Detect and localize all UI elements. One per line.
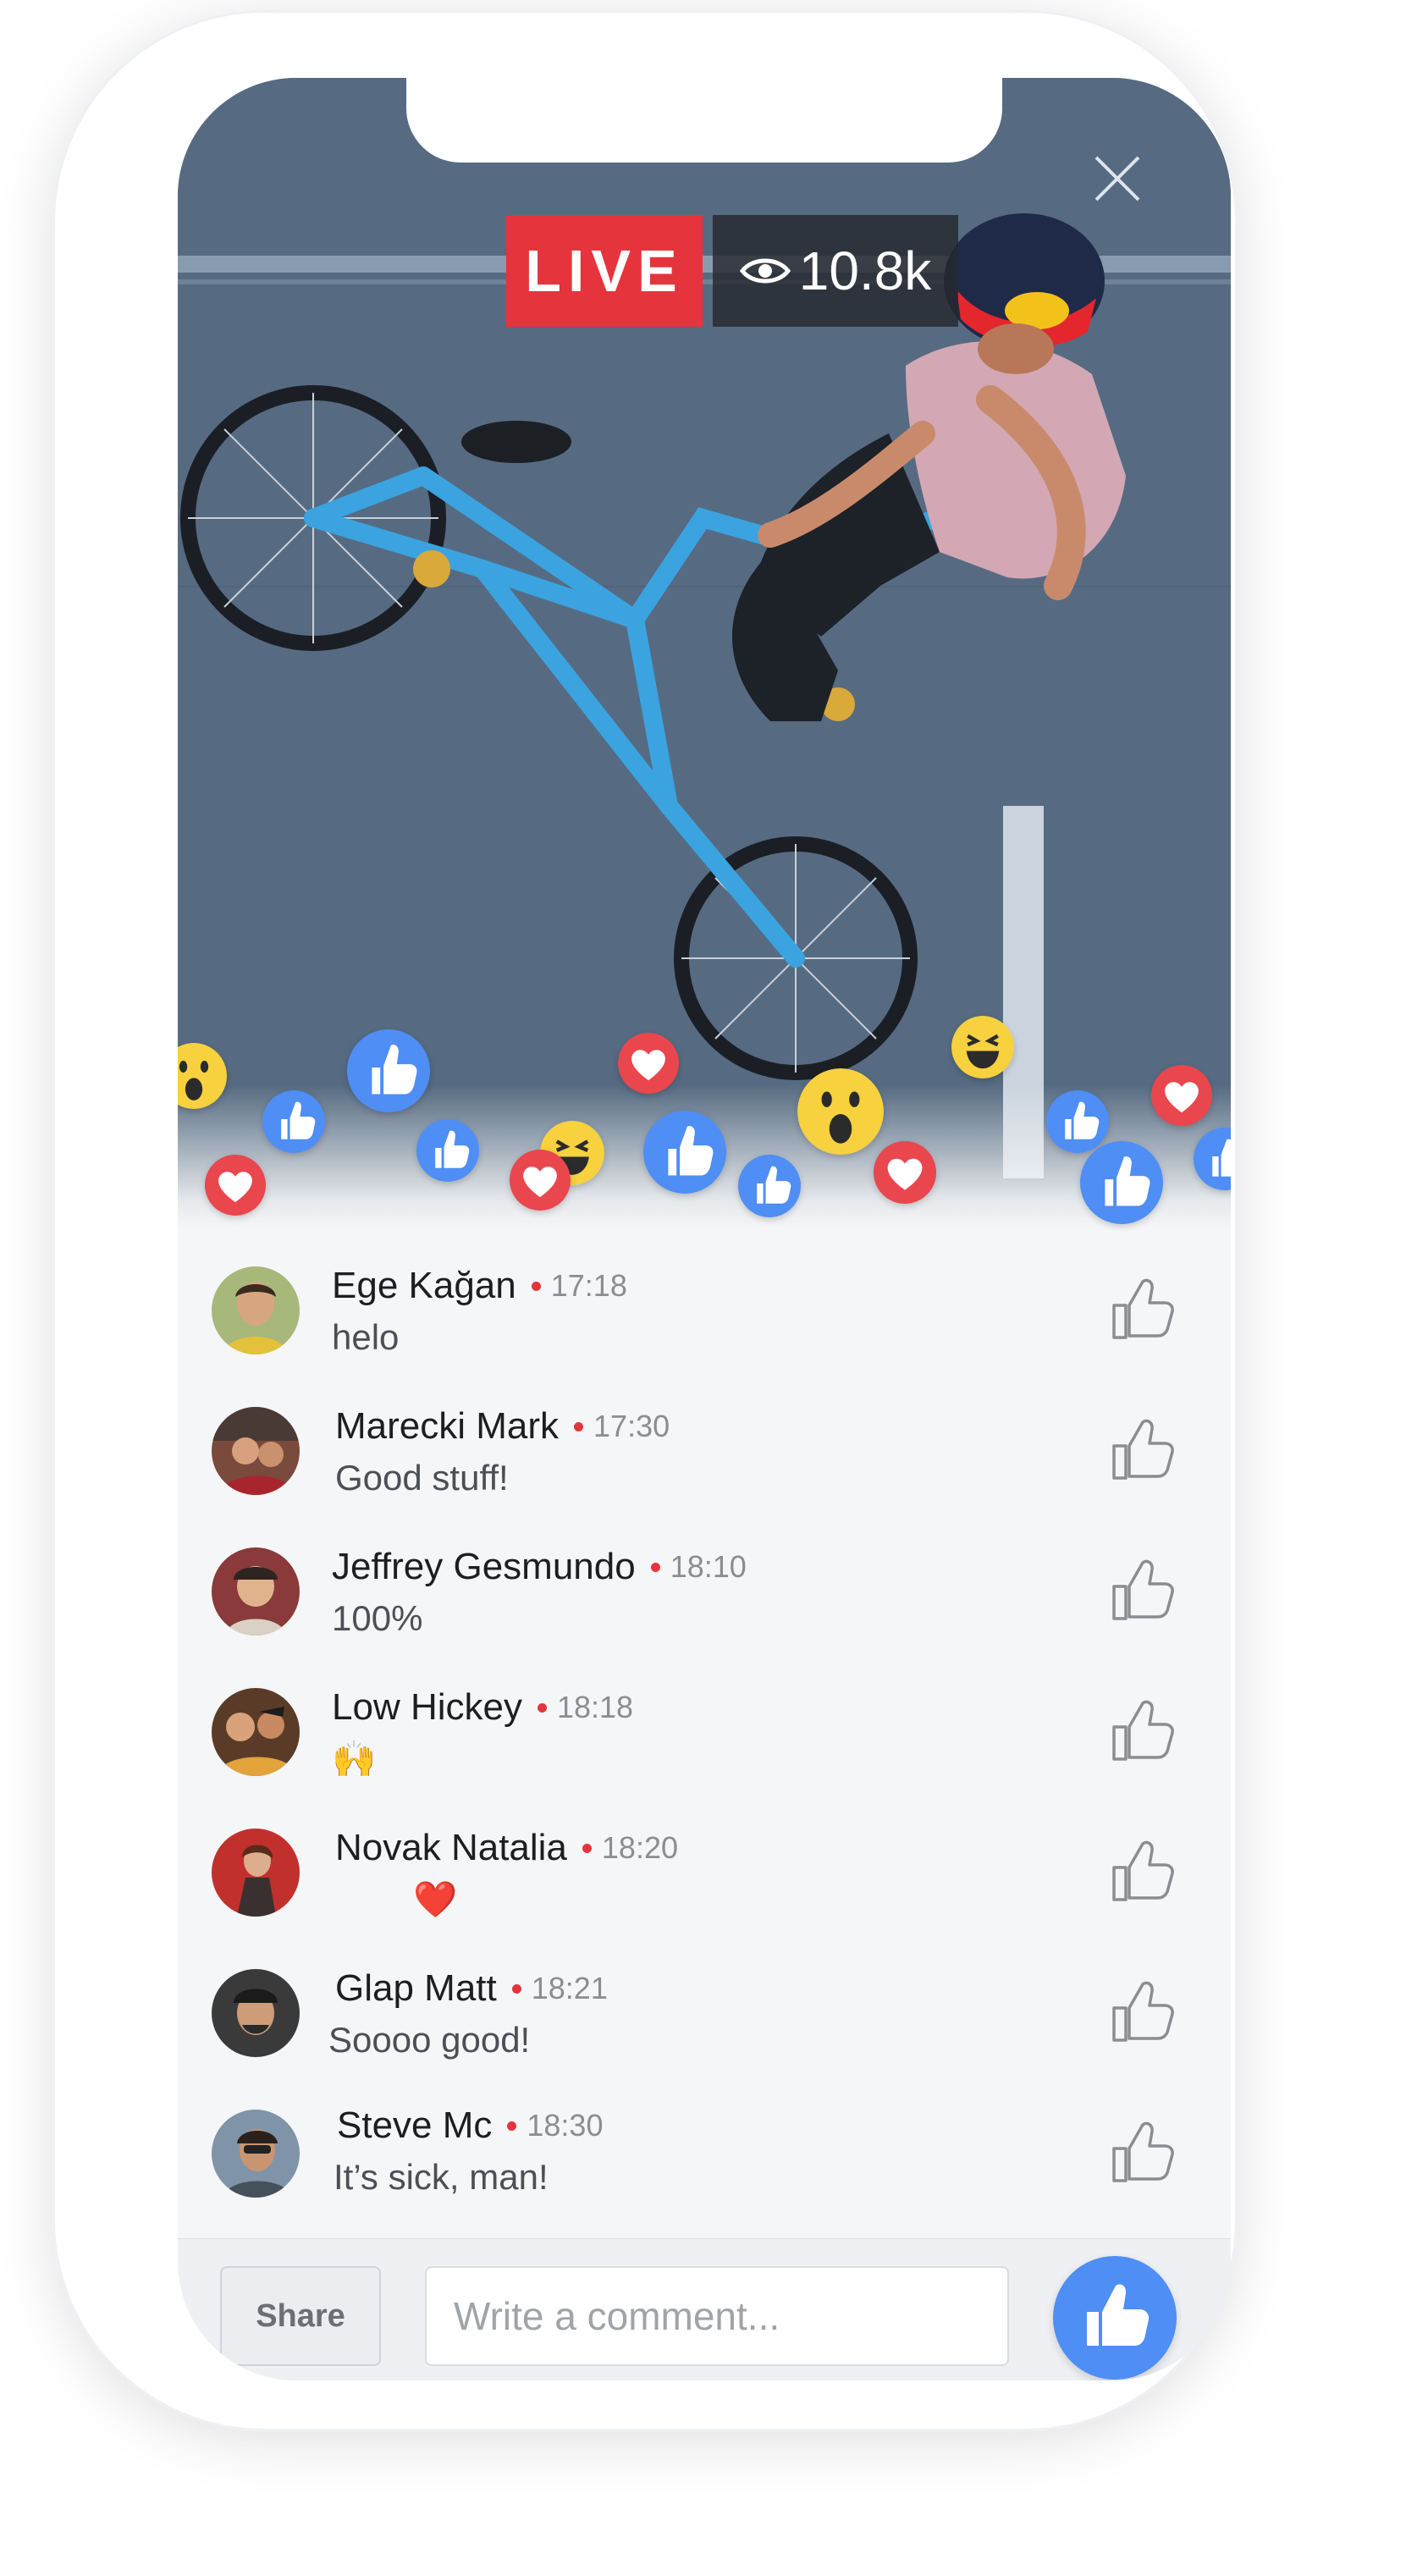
separator-dot	[574, 1421, 584, 1431]
comment-header: Marecki Mark 17:30	[335, 1405, 670, 1448]
comment-text: 🙌	[332, 1739, 377, 1779]
separator-dot	[531, 1281, 541, 1291]
video-bottom-fade	[178, 1085, 1231, 1229]
video-scene-bmx-rider	[178, 78, 1231, 1229]
thumbs-up-outline-icon	[1112, 1981, 1174, 2042]
commenter-name[interactable]: Steve Mc	[337, 2104, 492, 2147]
separator-dot	[650, 1562, 660, 1572]
thumbs-up-outline-icon	[1112, 1840, 1174, 1901]
thumbs-up-outline-icon	[1112, 1278, 1174, 1339]
like-button[interactable]	[1053, 2256, 1177, 2380]
close-button[interactable]	[1088, 149, 1147, 208]
phone-frame: LIVE 10.8k Ege Kağan 17:18 helo Marecki …	[52, 10, 1238, 2431]
commenter-name[interactable]: Jeffrey Gesmundo	[332, 1546, 636, 1588]
eye-icon	[739, 258, 791, 284]
separator-dot	[511, 1983, 521, 1994]
comment-time: 17:18	[550, 1268, 627, 1303]
phone-screen: LIVE 10.8k Ege Kağan 17:18 helo Marecki …	[178, 78, 1231, 2380]
avatar[interactable]	[212, 1969, 300, 2057]
comment-time: 18:30	[527, 2108, 604, 2143]
comment-like-button[interactable]	[1109, 1695, 1178, 1764]
comment-like-button[interactable]	[1109, 1414, 1178, 1483]
separator-dot	[537, 1702, 547, 1713]
comment-like-button[interactable]	[1109, 1835, 1178, 1905]
phone-notch	[406, 78, 1002, 163]
commenter-name[interactable]: Novak Natalia	[335, 1827, 567, 1869]
comment-composer: Share	[178, 2238, 1231, 2380]
comment-like-button[interactable]	[1109, 1976, 1178, 2045]
avatar[interactable]	[212, 2110, 300, 2198]
avatar[interactable]	[212, 1829, 300, 1917]
comment-header: Jeffrey Gesmundo 18:10	[332, 1546, 747, 1588]
comment-text: ❤️	[413, 1879, 458, 1919]
comment-time: 17:30	[593, 1409, 670, 1443]
comment-input[interactable]	[425, 2266, 1009, 2366]
comment-time: 18:18	[556, 1690, 634, 1724]
comment-item: Glap Matt 18:21 Soooo good!	[178, 1932, 1231, 2072]
comment-header: Steve Mc 18:30	[337, 2104, 603, 2147]
comment-item: Ege Kağan 17:18 helo	[178, 1229, 1231, 1370]
avatar[interactable]	[212, 1266, 300, 1354]
avatar[interactable]	[212, 1407, 300, 1495]
commenter-name[interactable]: Marecki Mark	[335, 1405, 559, 1448]
commenter-name[interactable]: Low Hickey	[332, 1686, 522, 1729]
comments-list[interactable]: Ege Kağan 17:18 helo Marecki Mark 17:30	[178, 1229, 1231, 2237]
comment-item: Low Hickey 18:18 🙌	[178, 1651, 1231, 1791]
comment-text: helo	[332, 1317, 400, 1357]
live-badge: LIVE	[506, 215, 703, 327]
comment-text: It’s sick, man!	[334, 2157, 549, 2197]
avatar[interactable]	[212, 1688, 300, 1776]
comment-time: 18:10	[670, 1549, 747, 1584]
live-video[interactable]	[178, 78, 1231, 1229]
avatar[interactable]	[212, 1547, 300, 1636]
viewer-count: 10.8k	[798, 240, 932, 301]
comment-header: Low Hickey 18:18	[332, 1686, 633, 1729]
comment-text: 100%	[332, 1598, 423, 1638]
thumbs-up-outline-icon	[1112, 2121, 1174, 2182]
comment-header: Glap Matt 18:21	[335, 1967, 608, 2010]
thumbs-up-outline-icon	[1112, 1700, 1174, 1761]
comment-item: Jeffrey Gesmundo 18:10 100%	[178, 1510, 1231, 1651]
comment-item: Novak Natalia 18:20 ❤️	[178, 1791, 1231, 1932]
comment-like-button[interactable]	[1109, 1554, 1178, 1624]
thumbs-up-outline-icon	[1112, 1559, 1174, 1620]
comment-like-button[interactable]	[1109, 1273, 1178, 1343]
comment-time: 18:20	[601, 1830, 678, 1865]
comment-text: Good stuff!	[335, 1458, 509, 1498]
comment-item: Steve Mc 18:30 It’s sick, man!	[178, 2072, 1231, 2213]
thumbs-up-icon	[1087, 2284, 1150, 2346]
close-icon	[1094, 156, 1140, 201]
comment-time: 18:21	[531, 1971, 608, 2005]
share-button[interactable]: Share	[220, 2266, 381, 2366]
comment-text: Soooo good!	[328, 2020, 531, 2060]
viewer-count-badge: 10.8k	[713, 215, 958, 327]
comment-like-button[interactable]	[1109, 2116, 1178, 2186]
comment-header: Novak Natalia 18:20	[335, 1827, 678, 1869]
commenter-name[interactable]: Ege Kağan	[332, 1265, 516, 1307]
separator-dot	[582, 1843, 592, 1853]
comment-item: Marecki Mark 17:30 Good stuff!	[178, 1370, 1231, 1510]
thumbs-up-outline-icon	[1112, 1419, 1174, 1480]
separator-dot	[507, 2121, 517, 2131]
commenter-name[interactable]: Glap Matt	[335, 1967, 497, 2010]
comment-header: Ege Kağan 17:18	[332, 1265, 627, 1307]
